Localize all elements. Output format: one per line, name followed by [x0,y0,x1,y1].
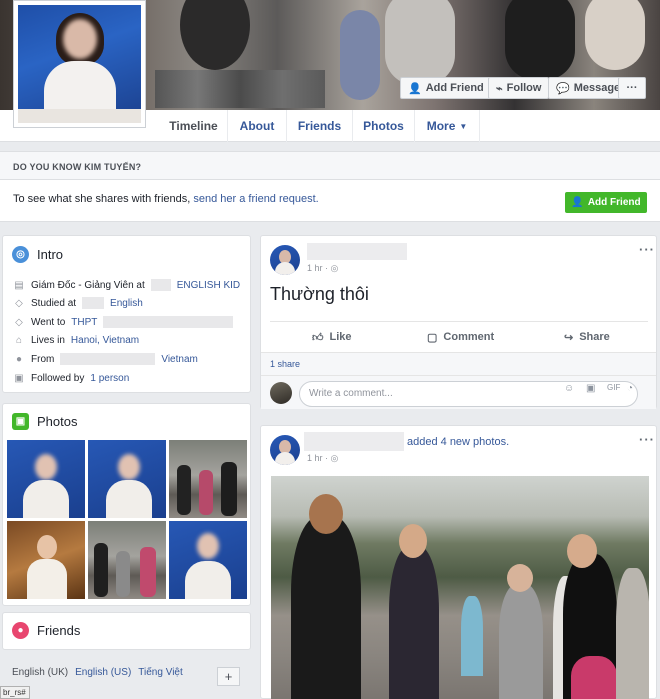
globe-icon: ◎ [12,246,29,263]
went-to-link[interactable]: THPT [71,317,97,328]
comment-area: Write a comment... ☺ ▣ GIF ◔ [261,376,656,409]
add-friend-icon: 👤 [571,197,584,208]
photos-icon: ▣ [12,413,29,430]
messenger-icon: 💬 [556,82,570,95]
friends-title: Friends [37,623,81,638]
post-actions: 👍︎ Like ▢ Comment ↪ Share [270,321,648,351]
language-option[interactable]: English (US) [75,667,131,678]
photo-thumbnail[interactable] [88,440,166,518]
lives-in-link[interactable]: Hanoi, Vietnam [71,335,139,346]
comment-button[interactable]: ▢ Comment [427,322,494,352]
more-options-button[interactable]: ··· [618,77,646,99]
author-name-redacted[interactable] [304,432,404,451]
photo-thumbnail[interactable] [169,521,247,599]
follow-button[interactable]: ⌁ Follow [488,77,550,99]
know-heading: DO YOU KNOW KIM TUYẾN? [0,151,660,180]
author-name-redacted[interactable] [307,243,407,260]
add-friend-button[interactable]: 👤 Add Friend [400,77,492,99]
intro-followed-by: ▣ Followed by 1 person [14,372,130,384]
photo-thumbnail[interactable] [7,440,85,518]
photo-thumbnail[interactable] [169,440,247,518]
post-card: 1 hr · ◎ ··· Thường thôi 👍︎ Like ▢ Comment… [260,235,657,409]
photos-title: Photos [37,414,78,429]
add-friend-icon: 👤 [408,82,422,95]
post-options-icon[interactable]: ··· [639,432,655,447]
photo-thumbnail[interactable] [88,521,166,599]
add-friend-green-button[interactable]: 👤 Add Friend [565,192,647,213]
post-options-icon[interactable]: ··· [639,242,655,257]
followers-icon: ▣ [14,372,24,384]
intro-lives-in: ⌂ Lives in Hanoi, Vietnam [13,334,139,346]
rss-icon: ⌁ [496,82,503,95]
tab-timeline[interactable]: Timeline [160,110,228,142]
location-pin-icon: ● [15,353,23,365]
briefcase-icon: ▤ [14,279,24,291]
language-current: English (UK) [12,667,69,678]
profile-name-redacted [155,70,325,108]
post-photo[interactable] [271,476,649,699]
globe-icon: ◎ [330,263,339,273]
intro-title: Intro [37,247,64,262]
post-text: Thường thôi [270,284,369,304]
followers-link[interactable]: 1 person [90,373,129,384]
intro-studied: ◇ Studied at English [13,297,143,309]
emoji-icon[interactable]: ☺ [564,383,574,394]
from-link[interactable]: Vietnam [161,354,198,365]
photos-card: ▣ Photos [2,403,251,606]
caret-down-icon: ▼ [459,121,468,131]
friend-request-prompt: To see what she shares with friends, sen… [0,180,660,222]
post-card: added 4 new photos. 1 hr · ◎ ··· [260,425,657,699]
share-icon: ↪ [564,331,574,344]
gif-icon[interactable]: GIF [607,383,620,392]
friend-request-link[interactable]: send her a friend request. [193,193,318,205]
post-timestamp[interactable]: 1 hr · ◎ [307,453,338,464]
intro-card: ◎ Intro ▤ Giám Đốc - Giảng Viên at ENGLI… [2,235,251,393]
friends-icon: ● [12,622,29,639]
comment-icon: ▢ [427,331,438,344]
work-link[interactable]: ENGLISH KID [177,280,240,291]
photo-thumbnail[interactable] [7,521,85,599]
like-icon: 👍︎ [312,331,324,344]
post-timestamp[interactable]: 1 hr · ◎ [307,263,338,274]
tab-about[interactable]: About [228,110,287,142]
language-selector: English (UK) English (US) Tiếng Việt [12,667,183,678]
intro-went-to: ◇ Went to THPT [13,316,234,328]
post-action-text: added 4 new photos. [407,436,510,448]
friends-card: ● Friends [2,612,251,650]
globe-icon: ◎ [330,453,339,463]
tab-photos[interactable]: Photos [353,110,415,142]
avatar[interactable] [270,435,300,465]
camera-icon[interactable]: ▣ [586,383,595,394]
like-button[interactable]: 👍︎ Like [312,322,352,352]
share-count[interactable]: 1 share [261,352,656,376]
avatar[interactable] [270,245,300,275]
more-languages-button[interactable]: + [217,667,240,686]
sticker-icon[interactable]: ◔ [627,383,633,394]
studied-link[interactable]: English [110,298,143,309]
intro-work: ▤ Giám Đốc - Giảng Viên at ENGLISH KID [14,279,241,291]
graduation-cap-icon: ◇ [15,316,23,328]
browser-status-bar: br_rs# [0,686,30,699]
language-option[interactable]: Tiếng Việt [138,667,182,678]
tab-friends[interactable]: Friends [287,110,353,142]
message-button[interactable]: 💬 Message [548,77,629,99]
graduation-cap-icon: ◇ [15,297,23,309]
intro-from: ● From Vietnam [13,353,198,365]
tab-more[interactable]: More ▼ [415,110,480,142]
share-button[interactable]: ↪ Share [564,322,610,352]
profile-picture[interactable] [13,0,146,128]
home-icon: ⌂ [15,334,23,346]
commenter-avatar [270,382,292,404]
